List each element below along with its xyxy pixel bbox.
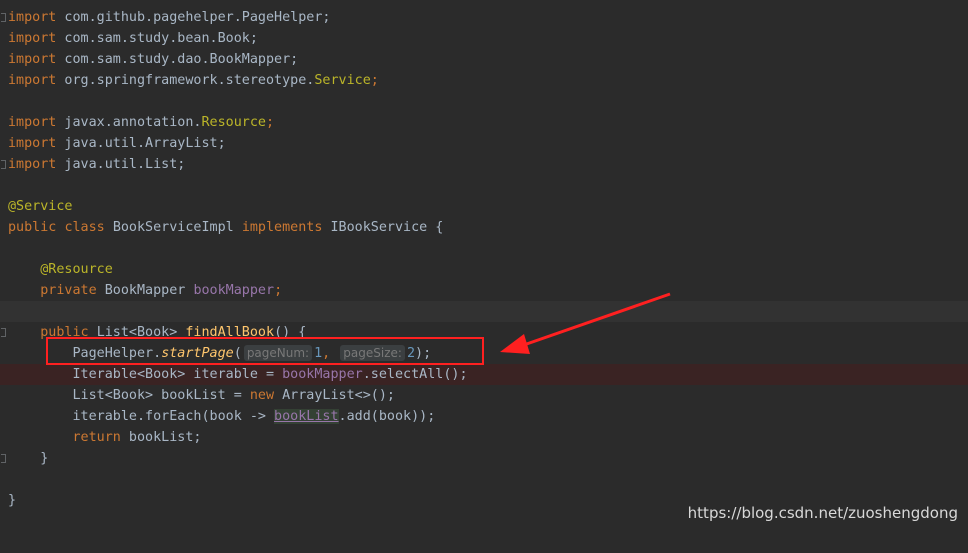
watermark: https://blog.csdn.net/zuoshengdong [687, 504, 958, 522]
annotation-arrow-icon [500, 292, 671, 354]
